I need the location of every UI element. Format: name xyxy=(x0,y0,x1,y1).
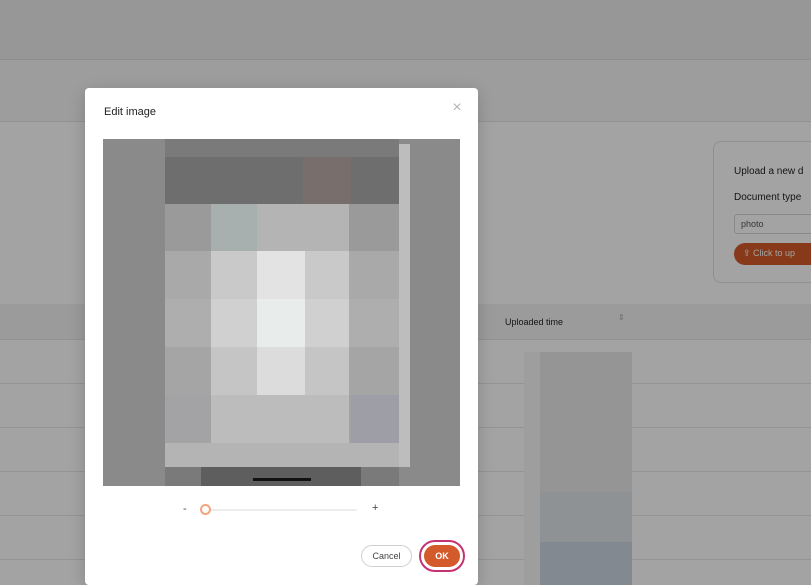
cancel-button[interactable]: Cancel xyxy=(361,545,412,567)
ok-button[interactable]: OK xyxy=(424,545,460,567)
modal-title: Edit image xyxy=(104,106,156,118)
close-icon[interactable]: × xyxy=(449,99,465,117)
zoom-slider-track[interactable] xyxy=(202,509,357,511)
image-crop-area[interactable] xyxy=(103,139,460,486)
zoom-slider-handle[interactable] xyxy=(200,504,211,515)
zoom-in-button[interactable]: + xyxy=(372,502,378,514)
zoom-out-button[interactable]: - xyxy=(183,503,187,515)
edit-image-modal: Edit image × - + Cancel OK xyxy=(85,88,478,585)
